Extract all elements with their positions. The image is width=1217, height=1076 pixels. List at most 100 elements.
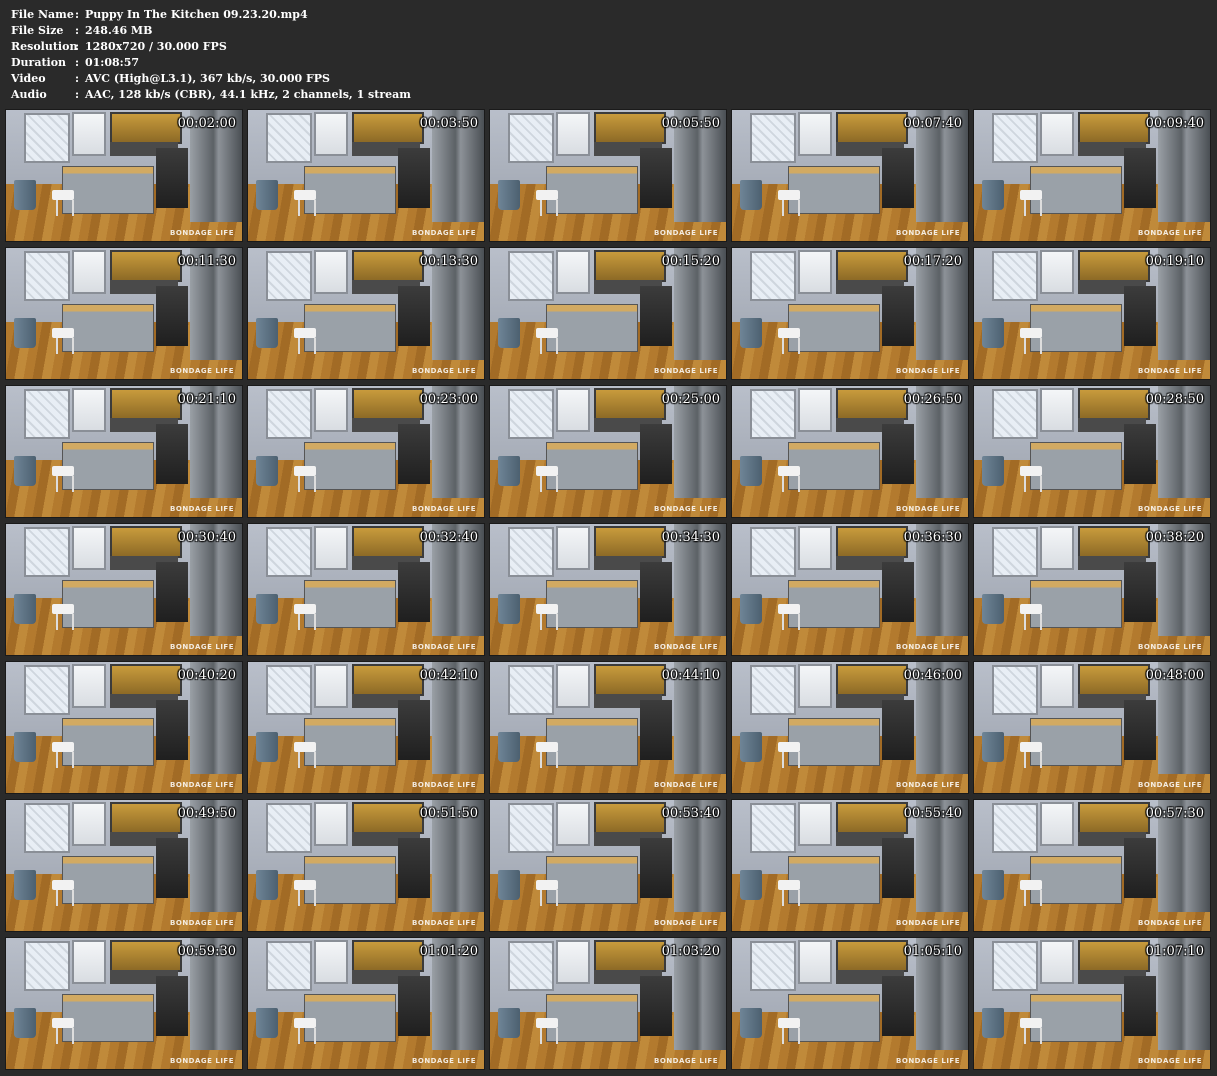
scene-trash-bin bbox=[14, 870, 36, 900]
video-thumbnail: 00:36:30 BONDAGE LIFE bbox=[731, 523, 969, 656]
scene-stool bbox=[778, 880, 800, 890]
info-row-audio: Audio : AAC, 128 kb/s (CBR), 44.1 kHz, 2… bbox=[11, 87, 411, 103]
video-thumbnail: 00:46:00 BONDAGE LIFE bbox=[731, 661, 969, 794]
watermark-logo: BONDAGE LIFE bbox=[170, 781, 234, 789]
thumbnail-timestamp: 00:05:50 bbox=[661, 116, 720, 131]
thumbnail-timestamp: 00:36:30 bbox=[903, 530, 962, 545]
video-thumbnail: 01:05:10 BONDAGE LIFE bbox=[731, 937, 969, 1070]
scene-stove bbox=[640, 286, 672, 346]
scene-cabinet bbox=[594, 388, 666, 420]
scene-stool bbox=[1020, 190, 1042, 200]
scene-cabinet bbox=[836, 112, 908, 144]
scene-window bbox=[992, 251, 1038, 301]
scene-stool-legs bbox=[1024, 1028, 1042, 1044]
scene-cabinet bbox=[594, 664, 666, 696]
scene-stool-legs bbox=[56, 890, 74, 906]
scene-trash-bin bbox=[982, 732, 1004, 762]
scene-window bbox=[266, 389, 312, 439]
scene-window bbox=[992, 665, 1038, 715]
scene-cabinet bbox=[110, 388, 182, 420]
thumbnail-timestamp: 00:07:40 bbox=[903, 116, 962, 131]
thumbnail-timestamp: 00:13:30 bbox=[419, 254, 478, 269]
thumbnail-timestamp: 00:17:20 bbox=[903, 254, 962, 269]
scene-stove bbox=[156, 424, 188, 484]
scene-window bbox=[24, 941, 70, 991]
thumbnail-timestamp: 01:05:10 bbox=[903, 944, 962, 959]
thumbnail-timestamp: 00:15:20 bbox=[661, 254, 720, 269]
video-thumbnail: 00:59:30 BONDAGE LIFE bbox=[5, 937, 243, 1070]
watermark-logo: BONDAGE LIFE bbox=[654, 1057, 718, 1065]
scene-stove bbox=[640, 838, 672, 898]
watermark-logo: BONDAGE LIFE bbox=[896, 229, 960, 237]
watermark-logo: BONDAGE LIFE bbox=[412, 367, 476, 375]
scene-stool bbox=[536, 1018, 558, 1028]
scene-island bbox=[304, 166, 396, 214]
scene-stool-legs bbox=[782, 752, 800, 768]
scene-stool-legs bbox=[298, 338, 316, 354]
video-thumbnail: 00:09:40 BONDAGE LIFE bbox=[973, 109, 1211, 242]
scene-stool bbox=[536, 742, 558, 752]
scene-trash-bin bbox=[14, 1008, 36, 1038]
scene-cabinet bbox=[352, 250, 424, 282]
scene-cabinet bbox=[836, 802, 908, 834]
scene-door bbox=[314, 388, 348, 432]
info-separator: : bbox=[75, 24, 80, 37]
video-thumbnail: 00:28:50 BONDAGE LIFE bbox=[973, 385, 1211, 518]
scene-door bbox=[556, 250, 590, 294]
thumbnail-timestamp: 00:51:50 bbox=[419, 806, 478, 821]
video-thumbnail: 00:55:40 BONDAGE LIFE bbox=[731, 799, 969, 932]
scene-stool bbox=[52, 466, 74, 476]
scene-door bbox=[798, 802, 832, 846]
scene-window bbox=[508, 113, 554, 163]
info-separator: : bbox=[75, 88, 80, 101]
scene-cabinet bbox=[110, 250, 182, 282]
thumbnail-timestamp: 01:07:10 bbox=[1145, 944, 1204, 959]
watermark-logo: BONDAGE LIFE bbox=[412, 781, 476, 789]
scene-door bbox=[72, 664, 106, 708]
scene-door bbox=[1040, 664, 1074, 708]
scene-stool bbox=[294, 604, 316, 614]
scene-stove bbox=[882, 976, 914, 1036]
scene-stool bbox=[294, 190, 316, 200]
scene-door bbox=[798, 940, 832, 984]
scene-stove bbox=[1124, 424, 1156, 484]
scene-trash-bin bbox=[740, 732, 762, 762]
scene-stove bbox=[156, 148, 188, 208]
thumbnail-timestamp: 00:21:10 bbox=[177, 392, 236, 407]
thumbnail-timestamp: 00:40:20 bbox=[177, 668, 236, 683]
scene-island bbox=[62, 856, 154, 904]
scene-cabinet bbox=[110, 112, 182, 144]
video-thumbnail: 00:48:00 BONDAGE LIFE bbox=[973, 661, 1211, 794]
info-row-resolution: Resolution : 1280x720 / 30.000 FPS bbox=[11, 39, 411, 55]
video-thumbnail: 01:07:10 BONDAGE LIFE bbox=[973, 937, 1211, 1070]
scene-island bbox=[62, 442, 154, 490]
scene-window bbox=[750, 113, 796, 163]
scene-stool-legs bbox=[1024, 614, 1042, 630]
scene-trash-bin bbox=[982, 456, 1004, 486]
scene-door bbox=[798, 112, 832, 156]
scene-island bbox=[304, 442, 396, 490]
scene-stool bbox=[536, 190, 558, 200]
scene-cabinet bbox=[1078, 802, 1150, 834]
info-separator: : bbox=[75, 8, 80, 21]
scene-cabinet bbox=[110, 526, 182, 558]
scene-door bbox=[556, 802, 590, 846]
scene-window bbox=[992, 113, 1038, 163]
watermark-logo: BONDAGE LIFE bbox=[1138, 505, 1202, 513]
scene-stool-legs bbox=[540, 752, 558, 768]
scene-stove bbox=[398, 838, 430, 898]
scene-island bbox=[304, 718, 396, 766]
scene-island bbox=[788, 856, 880, 904]
scene-stove bbox=[640, 976, 672, 1036]
scene-island bbox=[62, 580, 154, 628]
info-value: 1280x720 / 30.000 FPS bbox=[85, 40, 227, 53]
scene-window bbox=[750, 941, 796, 991]
scene-cabinet bbox=[1078, 526, 1150, 558]
scene-cabinet bbox=[836, 940, 908, 972]
scene-island bbox=[788, 442, 880, 490]
scene-window bbox=[992, 389, 1038, 439]
scene-stove bbox=[882, 424, 914, 484]
scene-door bbox=[798, 664, 832, 708]
video-thumbnail: 00:05:50 BONDAGE LIFE bbox=[489, 109, 727, 242]
thumbnail-timestamp: 00:19:10 bbox=[1145, 254, 1204, 269]
